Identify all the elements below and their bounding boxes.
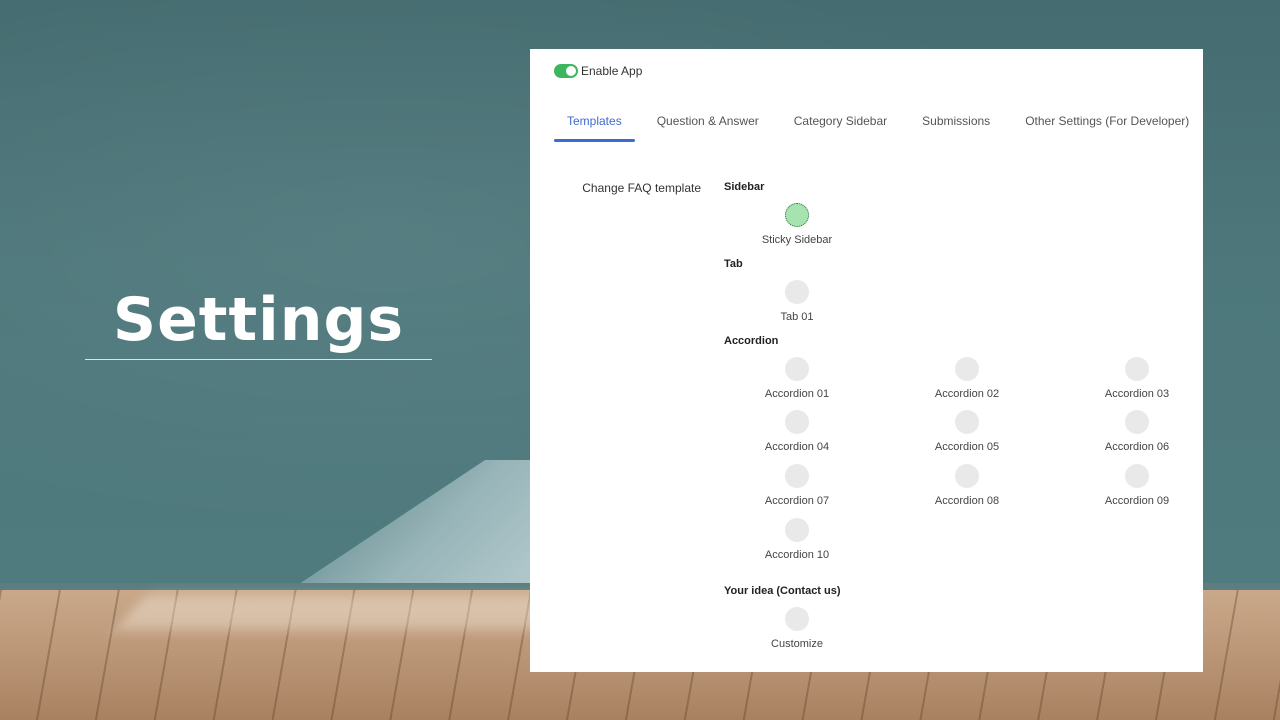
floor-light [115, 595, 565, 630]
tab-templates[interactable]: Templates [554, 104, 635, 142]
option-label: Tab 01 [780, 311, 814, 323]
radio-checked[interactable] [785, 203, 809, 227]
option-label: Accordion 01 [764, 388, 830, 400]
radio[interactable] [955, 357, 979, 381]
section-title-sidebar: Sidebar [724, 181, 765, 193]
tab-category-sidebar[interactable]: Category Sidebar [781, 104, 900, 142]
radio[interactable] [955, 464, 979, 488]
radio[interactable] [785, 607, 809, 631]
option-label: Accordion 03 [1104, 388, 1170, 400]
enable-app-row: Enable App [554, 64, 642, 78]
tab-bar: Templates Question & Answer Category Sid… [554, 104, 1202, 142]
option-label: Sticky Sidebar [761, 234, 833, 246]
option-label: Accordion 06 [1104, 441, 1170, 453]
option-accordion-04[interactable]: Accordion 04 [737, 410, 857, 453]
radio[interactable] [785, 280, 809, 304]
radio[interactable] [955, 410, 979, 434]
option-label: Accordion 07 [764, 495, 830, 507]
enable-app-label: Enable App [581, 64, 643, 78]
tab-other-settings[interactable]: Other Settings (For Developer) [1012, 104, 1202, 142]
radio[interactable] [1125, 410, 1149, 434]
option-sticky-sidebar[interactable]: Sticky Sidebar [737, 203, 857, 246]
option-label: Accordion 02 [934, 388, 1000, 400]
section-title-tab: Tab [724, 258, 743, 270]
option-accordion-08[interactable]: Accordion 08 [907, 464, 1027, 507]
option-accordion-10[interactable]: Accordion 10 [737, 518, 857, 561]
radio[interactable] [1125, 357, 1149, 381]
radio[interactable] [785, 410, 809, 434]
option-customize[interactable]: Customize [737, 607, 857, 650]
option-tab-01[interactable]: Tab 01 [737, 280, 857, 323]
radio[interactable] [785, 464, 809, 488]
option-label: Accordion 09 [1104, 495, 1170, 507]
tab-question-answer[interactable]: Question & Answer [644, 104, 772, 142]
option-label: Accordion 10 [764, 549, 830, 561]
radio[interactable] [785, 357, 809, 381]
option-accordion-07[interactable]: Accordion 07 [737, 464, 857, 507]
option-accordion-02[interactable]: Accordion 02 [907, 357, 1027, 400]
tab-submissions[interactable]: Submissions [909, 104, 1003, 142]
radio[interactable] [1125, 464, 1149, 488]
enable-app-toggle[interactable] [554, 64, 578, 78]
change-faq-template-label: Change FAQ template [582, 181, 701, 195]
section-title-your-idea: Your idea (Contact us) [724, 585, 841, 597]
option-accordion-06[interactable]: Accordion 06 [1077, 410, 1197, 453]
hero-underline [85, 359, 432, 360]
option-label: Accordion 05 [934, 441, 1000, 453]
option-accordion-03[interactable]: Accordion 03 [1077, 357, 1197, 400]
option-label: Customize [771, 638, 823, 650]
hero-title: Settings [112, 285, 405, 355]
option-label: Accordion 04 [764, 441, 830, 453]
settings-panel: Enable App Templates Question & Answer C… [530, 49, 1203, 672]
option-label: Accordion 08 [934, 495, 1000, 507]
option-accordion-09[interactable]: Accordion 09 [1077, 464, 1197, 507]
option-accordion-05[interactable]: Accordion 05 [907, 410, 1027, 453]
section-title-accordion: Accordion [724, 335, 779, 347]
option-accordion-01[interactable]: Accordion 01 [737, 357, 857, 400]
radio[interactable] [785, 518, 809, 542]
toggle-knob [566, 66, 576, 76]
